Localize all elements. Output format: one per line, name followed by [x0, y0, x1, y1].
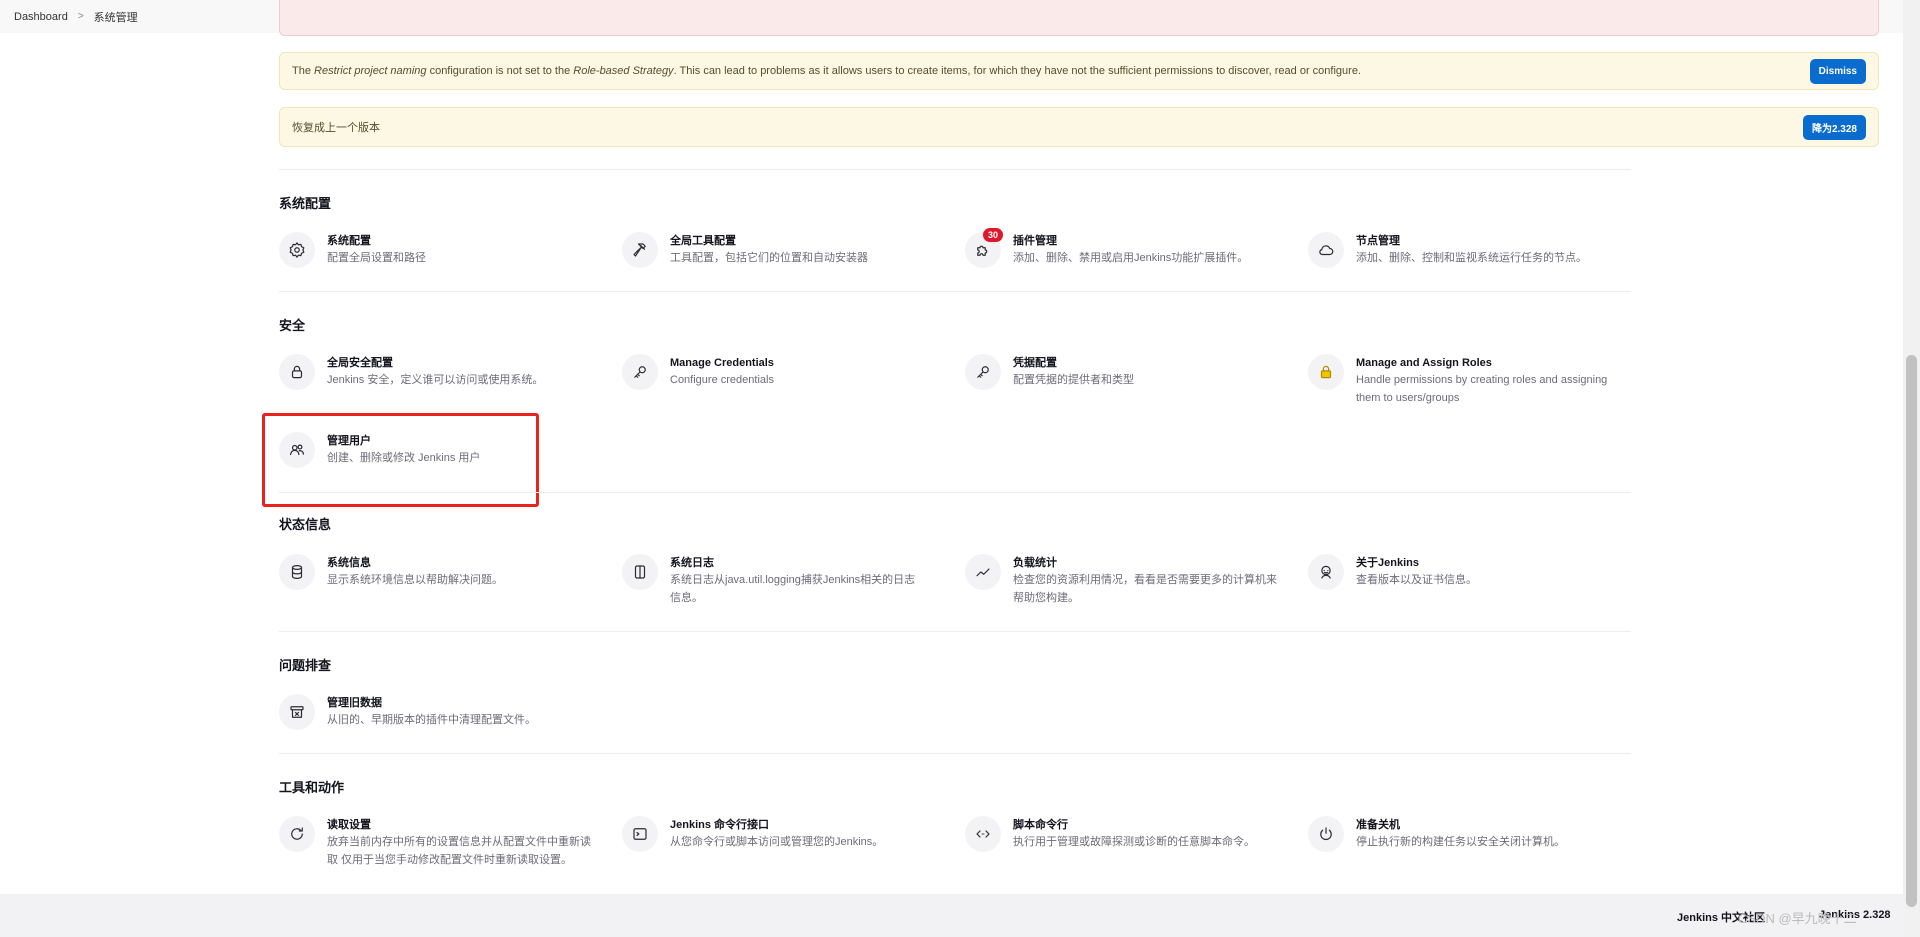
- item-global-tools[interactable]: 全局工具配置工具配置，包括它们的位置和自动安装器: [622, 232, 952, 268]
- cloud-icon: [1308, 232, 1344, 268]
- item-desc: 信息。: [670, 592, 703, 604]
- padlock-icon: [1308, 354, 1344, 390]
- log-icon: [622, 554, 658, 590]
- update-count-badge: 30: [983, 228, 1004, 242]
- item-old-data[interactable]: 管理旧数据从旧的、早期版本的插件中清理配置文件。: [279, 694, 609, 730]
- item-desc: Configure credentials: [670, 374, 774, 386]
- gear-icon: [279, 232, 315, 268]
- item-desc: Jenkins 安全，定义谁可以访问或使用系统。: [327, 374, 544, 386]
- downgrade-notice: 恢复成上一个版本 降为2.328: [279, 107, 1879, 147]
- key-icon: [965, 354, 1001, 390]
- vertical-scrollbar[interactable]: [1903, 0, 1920, 937]
- item-plugins[interactable]: 30 插件管理添加、删除、禁用或启用Jenkins功能扩展插件。: [965, 228, 1295, 268]
- item-title: 读取设置: [327, 819, 371, 831]
- item-desc: them to users/groups: [1356, 392, 1460, 404]
- section-title-config: 系统配置: [279, 196, 332, 211]
- item-credential-config[interactable]: 凭据配置配置凭据的提供者和类型: [965, 354, 1295, 390]
- item-system-config[interactable]: 系统配置配置全局设置和路径: [279, 232, 609, 268]
- item-desc: 放弃当前内存中所有的设置信息并从配置文件中重新读: [327, 836, 591, 848]
- puzzle-icon: 30: [965, 228, 1004, 268]
- item-prepare-shutdown[interactable]: 准备关机停止执行新的构建任务以安全关闭计算机。: [1308, 816, 1638, 852]
- item-desc: 检查您的资源利用情况，看看是否需要更多的计算机来: [1013, 574, 1277, 586]
- item-desc: 执行用于管理或故障探测或诊断的任意脚本命令。: [1013, 836, 1255, 848]
- item-desc: 停止执行新的构建任务以安全关闭计算机。: [1356, 836, 1565, 848]
- divider: [279, 492, 1631, 493]
- divider: [279, 169, 1631, 170]
- breadcrumb-dashboard[interactable]: Dashboard: [14, 11, 68, 23]
- naming-strategy-notice: The Restrict project naming configuratio…: [279, 52, 1879, 90]
- section-title-status: 状态信息: [279, 517, 332, 532]
- item-title: 系统信息: [327, 557, 371, 569]
- item-reload-config[interactable]: 读取设置放弃当前内存中所有的设置信息并从配置文件中重新读取 仅用于当您手动修改配…: [279, 816, 609, 869]
- divider: [279, 753, 1631, 754]
- item-load-stats[interactable]: 负载统计检查您的资源利用情况，看看是否需要更多的计算机来 帮助您构建。: [965, 554, 1295, 607]
- item-global-security[interactable]: 全局安全配置 Jenkins 安全，定义谁可以访问或使用系统。: [279, 354, 609, 390]
- downgrade-notice-text: 恢复成上一个版本: [292, 122, 380, 134]
- item-desc: 取 仅用于当您手动修改配置文件时重新读取设置。: [327, 854, 573, 866]
- chart-icon: [965, 554, 1001, 590]
- item-desc: 配置全局设置和路径: [327, 252, 426, 264]
- archive-icon: [279, 694, 315, 730]
- watermark: CSDN @早九晚十二: [1738, 911, 1857, 926]
- item-desc: 显示系统环境信息以帮助解决问题。: [327, 574, 503, 586]
- downgrade-button[interactable]: 降为2.328: [1802, 114, 1866, 140]
- jenkins-icon: [1308, 554, 1344, 590]
- dismiss-button[interactable]: Dismiss: [1809, 58, 1866, 84]
- section-title-tools: 工具和动作: [279, 780, 345, 795]
- item-manage-roles[interactable]: Manage and Assign Roles Handle permission…: [1308, 354, 1638, 407]
- item-jenkins-cli[interactable]: Jenkins 命令行接口从您命令行或脚本访问或管理您的Jenkins。: [622, 816, 952, 852]
- item-desc: 工具配置，包括它们的位置和自动安装器: [670, 252, 868, 264]
- item-desc: 从旧的、早期版本的插件中清理配置文件。: [327, 714, 536, 726]
- item-nodes[interactable]: 节点管理添加、删除、控制和监视系统运行任务的节点。: [1308, 232, 1638, 268]
- item-desc: Handle permissions by creating roles and…: [1356, 374, 1608, 386]
- breadcrumb-separator-icon: >: [77, 11, 84, 22]
- item-system-info[interactable]: 系统信息显示系统环境信息以帮助解决问题。: [279, 554, 609, 590]
- scrollbar-thumb[interactable]: [1906, 355, 1917, 907]
- item-desc: 从您命令行或脚本访问或管理您的Jenkins。: [670, 836, 884, 848]
- item-manage-credentials[interactable]: Manage Credentials Configure credentials: [622, 354, 952, 390]
- item-title: 系统配置: [327, 235, 371, 247]
- item-title: 系统日志: [670, 557, 714, 569]
- item-desc: 查看版本以及证书信息。: [1356, 574, 1477, 586]
- item-title: 凭据配置: [1013, 357, 1057, 369]
- item-title: 插件管理: [1013, 235, 1057, 247]
- item-title: 管理旧数据: [327, 697, 382, 709]
- section-title-troubleshoot: 问题排查: [279, 658, 332, 673]
- naming-notice-text: The Restrict project naming configuratio…: [292, 65, 1361, 77]
- item-system-log[interactable]: 系统日志系统日志从java.util.logging捕获Jenkins相关的日志…: [622, 554, 952, 607]
- divider: [279, 291, 1631, 292]
- key-icon: [622, 354, 658, 390]
- lock-icon: [279, 354, 315, 390]
- item-desc: 添加、删除、控制和监视系统运行任务的节点。: [1356, 252, 1587, 264]
- divider: [279, 631, 1631, 632]
- breadcrumb-current[interactable]: 系统管理: [94, 9, 138, 25]
- hammer-icon: [622, 232, 658, 268]
- item-title: 节点管理: [1356, 235, 1400, 247]
- item-title: 关于Jenkins: [1356, 557, 1419, 569]
- item-title: 准备关机: [1356, 819, 1400, 831]
- item-title: 脚本命令行: [1013, 819, 1068, 831]
- reload-icon: [279, 816, 315, 852]
- item-title: 负载统计: [1013, 557, 1057, 569]
- item-about-jenkins[interactable]: 关于Jenkins 查看版本以及证书信息。: [1308, 554, 1638, 590]
- item-desc: 帮助您构建。: [1013, 592, 1079, 604]
- item-title: 全局工具配置: [670, 235, 736, 247]
- power-icon: [1308, 816, 1344, 852]
- item-desc: 配置凭据的提供者和类型: [1013, 374, 1134, 386]
- database-icon: [279, 554, 315, 590]
- previous-alert-box: [279, 0, 1879, 36]
- item-desc: 添加、删除、禁用或启用Jenkins功能扩展插件。: [1013, 252, 1249, 264]
- item-title: 全局安全配置: [327, 357, 393, 369]
- item-title: Jenkins 命令行接口: [670, 819, 770, 831]
- footer: Jenkins 中文社区 Jenkins 2.328 CSDN @早九晚十二: [0, 894, 1903, 937]
- item-title: Manage Credentials: [670, 357, 774, 369]
- item-script-console[interactable]: 脚本命令行执行用于管理或故障探测或诊断的任意脚本命令。: [965, 816, 1295, 852]
- item-desc: 系统日志从java.util.logging捕获Jenkins相关的日志: [670, 574, 916, 586]
- code-icon: [965, 816, 1001, 852]
- item-title: Manage and Assign Roles: [1356, 357, 1492, 369]
- terminal-icon: [622, 816, 658, 852]
- section-title-security: 安全: [279, 318, 306, 333]
